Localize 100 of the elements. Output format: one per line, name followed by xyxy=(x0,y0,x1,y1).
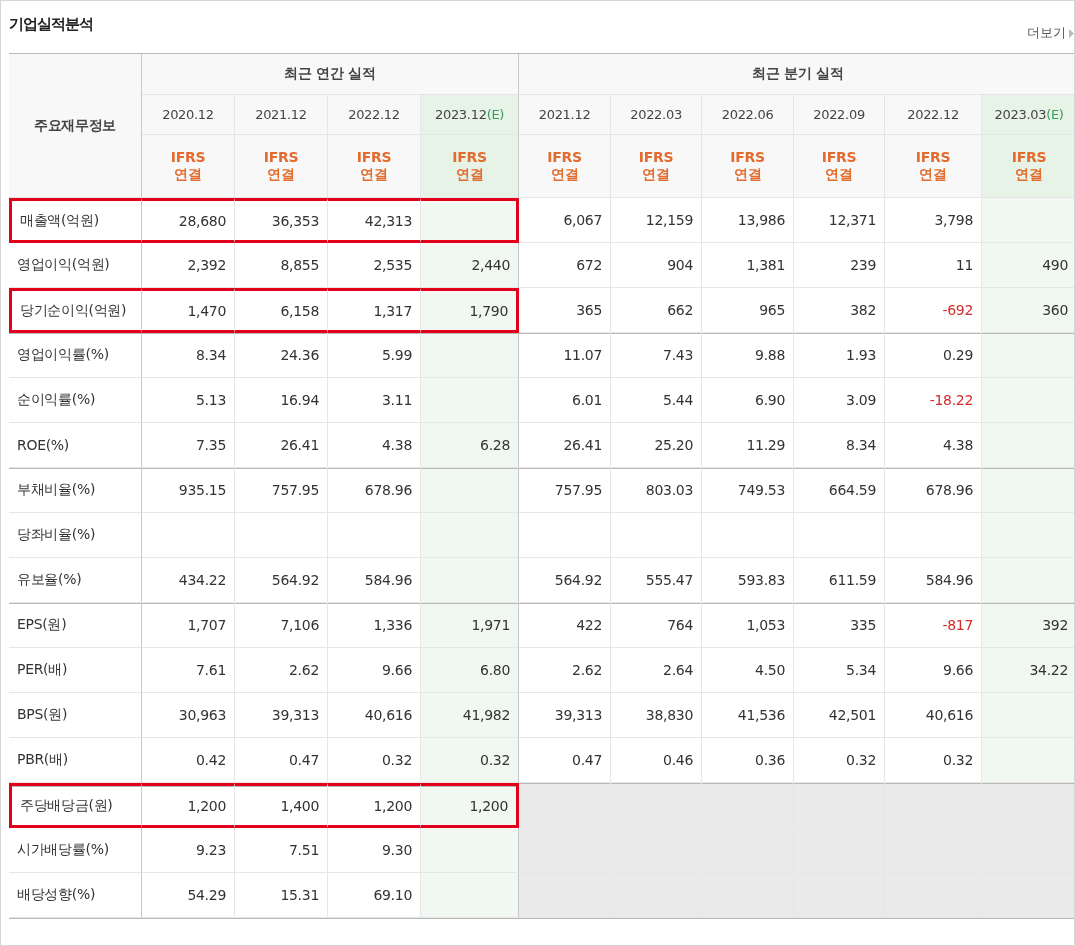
table-cell: 2,440 xyxy=(421,243,520,288)
table-cell: 611.59 xyxy=(794,558,886,603)
row-label: 주당배당금(원) xyxy=(9,783,142,828)
table-cell: 8.34 xyxy=(794,423,886,468)
table-cell: 4.50 xyxy=(702,648,795,693)
table-cell: 28,680 xyxy=(142,198,235,243)
table-cell: 0.32 xyxy=(885,738,983,783)
accounting-basis: IFRS 연결 xyxy=(421,135,520,198)
table-cell: 1,336 xyxy=(328,603,421,648)
table-cell: 3.09 xyxy=(794,378,886,423)
table-cell: 5.99 xyxy=(328,333,421,378)
table-cell: 1,200 xyxy=(142,783,235,828)
table-cell: 6,067 xyxy=(519,198,612,243)
section-title: 기업실적분석 xyxy=(9,15,93,35)
table-cell: 239 xyxy=(794,243,886,288)
table-cell: 26.41 xyxy=(519,423,612,468)
table-cell: 0.47 xyxy=(235,738,328,783)
table-cell: -692 xyxy=(885,288,983,333)
table-cell: 2,535 xyxy=(328,243,421,288)
table-cell: 8.34 xyxy=(142,333,235,378)
table-cell: 54.29 xyxy=(142,873,235,918)
period-header: 2021.12 xyxy=(519,95,612,135)
row-label: 순이익률(%) xyxy=(9,378,142,423)
table-cell: 30,963 xyxy=(142,693,235,738)
table-cell: 1,200 xyxy=(328,783,421,828)
table-cell: 434.22 xyxy=(142,558,235,603)
table-cell: 555.47 xyxy=(611,558,703,603)
table-cell: 41,982 xyxy=(421,693,520,738)
row-label: 부채비율(%) xyxy=(9,468,142,513)
table-cell: 764 xyxy=(611,603,703,648)
table-cell: 803.03 xyxy=(611,468,703,513)
table-cell: 11.29 xyxy=(702,423,795,468)
table-cell: 0.46 xyxy=(611,738,703,783)
table-cell: 7.51 xyxy=(235,828,328,873)
table-cell: 335 xyxy=(794,603,886,648)
table-cell: 34.22 xyxy=(982,648,1074,693)
table-cell: 3,798 xyxy=(885,198,983,243)
table-cell: 42,313 xyxy=(328,198,421,243)
period-header: 2022.09 xyxy=(794,95,886,135)
table-cell: 365 xyxy=(519,288,612,333)
table-cell: 5.44 xyxy=(611,378,703,423)
accounting-basis: IFRS 연결 xyxy=(519,135,612,198)
accounting-basis: IFRS 연결 xyxy=(885,135,983,198)
table-cell: 0.32 xyxy=(421,738,520,783)
table-cell: 39,313 xyxy=(519,693,612,738)
row-label: BPS(원) xyxy=(9,693,142,738)
row-label: 영업이익(억원) xyxy=(9,243,142,288)
table-cell: 2,392 xyxy=(142,243,235,288)
row-label: 유보율(%) xyxy=(9,558,142,603)
table-cell: 0.47 xyxy=(519,738,612,783)
group-header: 최근 연간 실적 xyxy=(142,54,520,95)
period-header: 2023.03(E) xyxy=(982,95,1074,135)
table-cell: 490 xyxy=(982,243,1074,288)
table-cell: 11 xyxy=(885,243,983,288)
table-cell: 935.15 xyxy=(142,468,235,513)
accounting-basis: IFRS 연결 xyxy=(142,135,235,198)
accounting-basis: IFRS 연결 xyxy=(235,135,328,198)
table-cell: 392 xyxy=(982,603,1074,648)
table-cell: 1,317 xyxy=(328,288,421,333)
table-cell: 1,971 xyxy=(421,603,520,648)
table-cell: 7.61 xyxy=(142,648,235,693)
row-label: 매출액(억원) xyxy=(9,198,142,243)
table-cell: 1,381 xyxy=(702,243,795,288)
table-cell: 678.96 xyxy=(328,468,421,513)
more-link[interactable]: 더보기 xyxy=(1027,27,1074,39)
period-header: 2022.06 xyxy=(702,95,795,135)
table-cell: 7.43 xyxy=(611,333,703,378)
table-cell: 757.95 xyxy=(235,468,328,513)
table-cell: 24.36 xyxy=(235,333,328,378)
table-cell: 0.32 xyxy=(794,738,886,783)
table-cell: 1,707 xyxy=(142,603,235,648)
row-label: 시가배당률(%) xyxy=(9,828,142,873)
caret-icon xyxy=(1069,28,1074,38)
table-cell: 584.96 xyxy=(885,558,983,603)
table-cell: 7,106 xyxy=(235,603,328,648)
period-header: 2021.12 xyxy=(235,95,328,135)
table-cell: 36,353 xyxy=(235,198,328,243)
table-cell: 40,616 xyxy=(328,693,421,738)
table-cell: 593.83 xyxy=(702,558,795,603)
table-cell: 6.01 xyxy=(519,378,612,423)
table-cell: 6.28 xyxy=(421,423,520,468)
table-cell: 678.96 xyxy=(885,468,983,513)
table-cell: 1,470 xyxy=(142,288,235,333)
table-cell: 9.23 xyxy=(142,828,235,873)
table-cell: 564.92 xyxy=(235,558,328,603)
table-cell: 0.42 xyxy=(142,738,235,783)
table-cell: 26.41 xyxy=(235,423,328,468)
table-cell: 1,200 xyxy=(421,783,520,828)
row-label: PBR(배) xyxy=(9,738,142,783)
table-cell: 6,158 xyxy=(235,288,328,333)
table-cell: -18.22 xyxy=(885,378,983,423)
table-cell: 3.11 xyxy=(328,378,421,423)
accounting-basis: IFRS 연결 xyxy=(982,135,1074,198)
accounting-basis: IFRS 연결 xyxy=(702,135,795,198)
table-cell: 6.90 xyxy=(702,378,795,423)
table-cell: 360 xyxy=(982,288,1074,333)
table-cell: 8,855 xyxy=(235,243,328,288)
table-cell: 9.88 xyxy=(702,333,795,378)
table-cell: 9.66 xyxy=(328,648,421,693)
table-cell: 4.38 xyxy=(328,423,421,468)
